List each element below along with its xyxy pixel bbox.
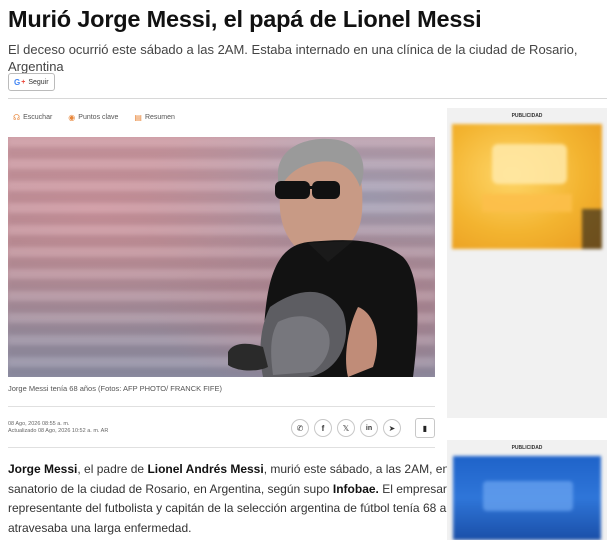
body-text: sanatorio de la ciudad de Rosario, en Ar…	[8, 481, 333, 496]
article-dates: 08 Ago, 2026 08:55 a. m. Actualizado 08 …	[8, 421, 108, 435]
article-tools: ☊ Escuchar ◉ Puntos clave ▤ Resumen	[8, 110, 180, 125]
headphones-icon: ☊	[13, 113, 21, 122]
image-caption: Jorge Messi tenía 68 años (Fotos: AFP PH…	[8, 384, 222, 393]
plus-icon: +	[21, 78, 26, 86]
key-points-icon: ◉	[68, 113, 76, 122]
ad-label: PUBLICIDAD	[511, 445, 543, 451]
linkedin-icon[interactable]: in	[360, 419, 378, 437]
ad-slot[interactable]: PUBLICIDAD	[447, 108, 607, 418]
x-icon[interactable]: 𝕏	[337, 419, 355, 437]
bookmark-icon[interactable]: ▮	[415, 418, 435, 438]
article-subtitle: El deceso ocurrió este sábado a las 2AM.…	[8, 42, 578, 74]
person-photo	[228, 138, 418, 377]
listen-label: Escuchar	[23, 114, 53, 121]
divider	[8, 98, 607, 99]
published-date: 08 Ago, 2026 08:55 a. m.	[8, 421, 70, 427]
key-points-label: Puntos clave	[78, 114, 119, 121]
whatsapp-icon[interactable]: ✆	[291, 419, 309, 437]
ad-slot[interactable]: PUBLICIDAD	[447, 440, 607, 540]
hero-image	[8, 137, 435, 377]
divider	[8, 447, 435, 448]
key-points-button[interactable]: ◉ Puntos clave	[63, 110, 123, 125]
google-icon: G	[14, 77, 21, 87]
ad-label: PUBLICIDAD	[511, 113, 543, 119]
body-text: representante del futbolista y capitán d…	[8, 501, 475, 515]
updated-date: Actualizado 08 Ago, 2026 10:52 a. m. AR	[8, 428, 109, 434]
facebook-icon[interactable]: f	[314, 419, 332, 437]
bold-name: Jorge Messi	[8, 462, 78, 476]
listen-button[interactable]: ☊ Escuchar	[8, 110, 57, 125]
ad-image[interactable]	[452, 124, 602, 249]
article-body: Jorge Messi, el padre de Lionel Andrés M…	[8, 460, 475, 538]
body-text: atravesaba una larga enfermedad.	[8, 520, 192, 535]
divider	[8, 406, 435, 407]
summary-icon: ▤	[134, 113, 142, 122]
summary-button[interactable]: ▤ Resumen	[129, 110, 180, 125]
body-text: , el padre de	[77, 462, 148, 476]
follow-label: Seguir	[28, 78, 49, 86]
body-text: , murió este sábado, a las 2AM, en un	[263, 462, 466, 476]
bold-source: Infobae.	[332, 481, 379, 496]
telegram-icon[interactable]: ➤	[383, 419, 401, 437]
article-title: Murió Jorge Messi, el papá de Lionel Mes…	[8, 6, 482, 32]
summary-label: Resumen	[144, 114, 175, 121]
ad-image[interactable]	[453, 456, 601, 540]
follow-button[interactable]: G + Seguir	[8, 73, 55, 91]
share-bar: ✆ f 𝕏 in ➤	[291, 419, 401, 437]
bold-name: Lionel Andrés Messi	[147, 462, 264, 476]
